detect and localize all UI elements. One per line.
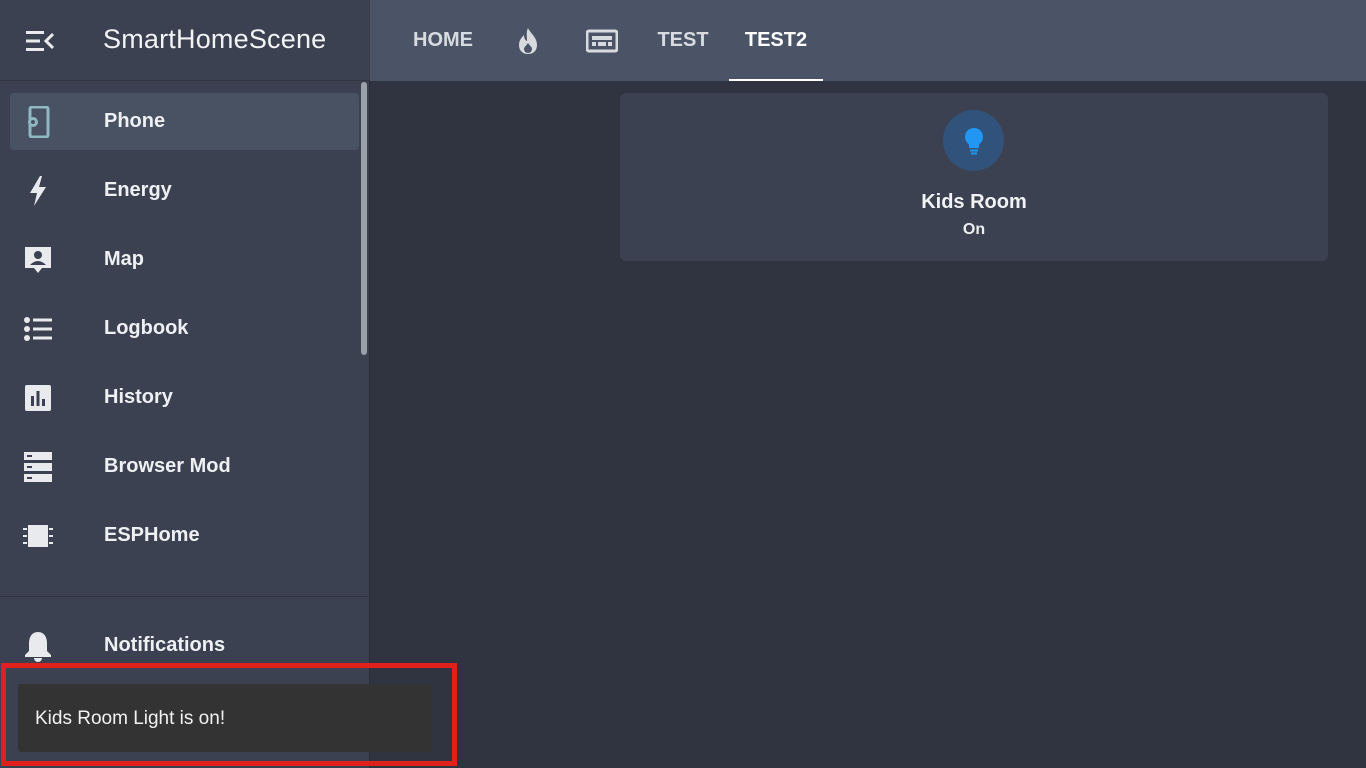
phone-settings-icon — [22, 106, 54, 138]
sidebar-item-phone[interactable]: Phone — [10, 93, 359, 150]
menu-toggle-button[interactable] — [22, 24, 58, 58]
tab-label: TEST — [657, 29, 709, 51]
entity-state: On — [962, 221, 986, 238]
menu-collapse-icon — [26, 31, 54, 51]
lightning-icon — [22, 176, 54, 206]
sidebar-divider — [0, 596, 370, 597]
sidebar-item-browser-mod[interactable]: Browser Mod — [10, 438, 359, 495]
lightbulb-icon — [964, 127, 983, 154]
account-box-icon — [22, 245, 54, 275]
sidebar-item-logbook[interactable]: Logbook — [10, 300, 359, 357]
sidebar-item-label: Logbook — [104, 317, 189, 339]
sidebar-item-label: Energy — [104, 179, 172, 201]
tab-label: TEST2 — [744, 29, 808, 51]
sidebar-item-label: Phone — [104, 110, 166, 132]
sidebar-item-label: Map — [104, 248, 144, 270]
tab-keyboard-board[interactable] — [572, 0, 632, 81]
sidebar: SmartHomeScene Phone Energy Map Logbook … — [0, 0, 370, 768]
top-app-bar: HOME TEST TEST2 — [370, 0, 1366, 81]
sidebar-item-label: ESPHome — [104, 524, 200, 546]
sidebar-item-label: Browser Mod — [104, 455, 231, 477]
chart-box-icon — [22, 383, 54, 413]
bell-icon — [22, 631, 54, 662]
app-title: SmartHomeScene — [103, 24, 327, 54]
tab-test[interactable]: TEST — [642, 0, 724, 81]
sidebar-header: SmartHomeScene — [0, 0, 370, 81]
sidebar-item-history[interactable]: History — [10, 369, 359, 426]
chip-icon — [22, 521, 54, 551]
server-icon — [22, 452, 54, 482]
fire-icon — [519, 27, 537, 54]
entity-name: Kids Room — [921, 191, 1027, 213]
sidebar-item-label: History — [104, 386, 173, 408]
entity-icon-badge — [943, 110, 1004, 171]
tab-label: HOME — [413, 29, 473, 51]
tab-active-indicator — [729, 79, 823, 81]
keyboard-board-icon — [586, 29, 618, 52]
sidebar-item-esphome[interactable]: ESPHome — [10, 507, 359, 564]
tab-fire[interactable] — [498, 0, 558, 81]
list-icon — [22, 314, 54, 344]
sidebar-item-energy[interactable]: Energy — [10, 162, 359, 219]
entity-button-card[interactable]: Kids Room On — [620, 93, 1328, 261]
tab-home[interactable]: HOME — [398, 0, 488, 81]
tab-test2[interactable]: TEST2 — [729, 0, 823, 81]
sidebar-item-label: Notifications — [104, 634, 226, 656]
toast-message: Kids Room Light is on! — [35, 708, 226, 729]
sidebar-scrollbar[interactable] — [361, 82, 367, 355]
toast-notification: Kids Room Light is on! — [18, 684, 432, 752]
sidebar-item-map[interactable]: Map — [10, 231, 359, 288]
